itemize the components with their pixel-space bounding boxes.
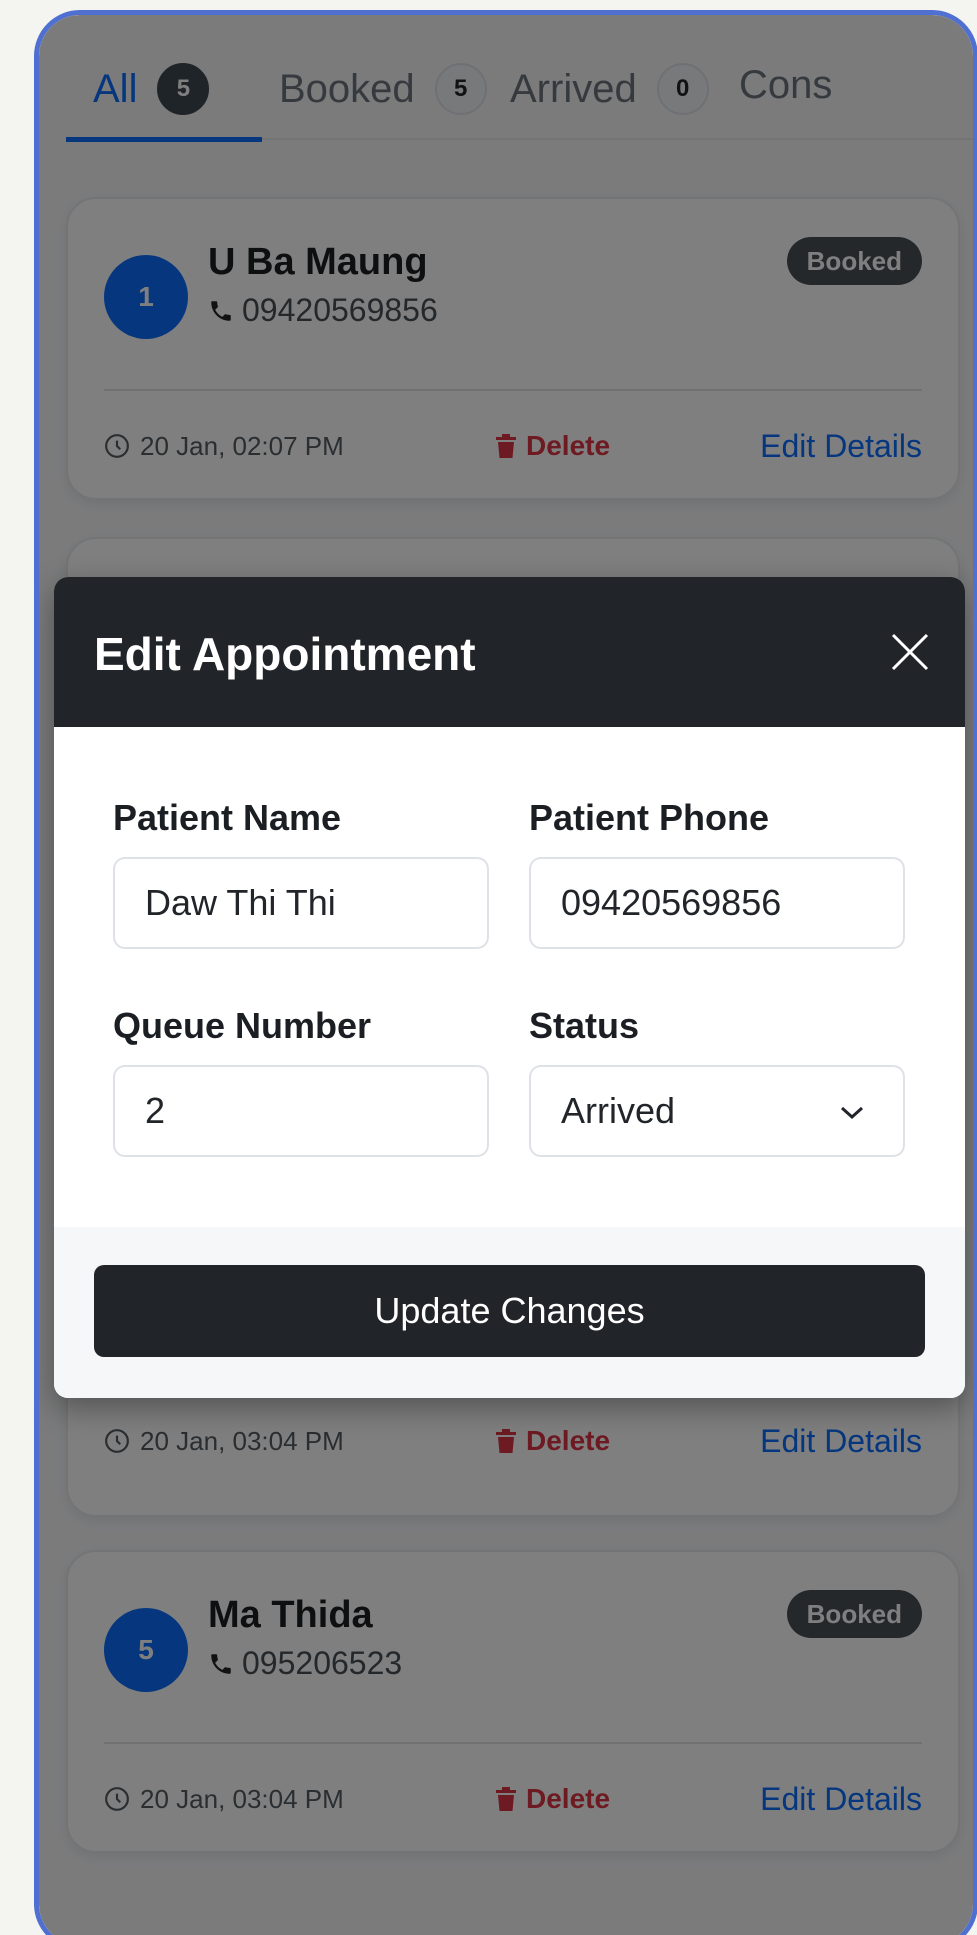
- status-select[interactable]: Arrived: [529, 1065, 905, 1157]
- appointments-screen: All 5 Booked 5 Arrived 0 Cons 1 U Ba Mau…: [39, 15, 973, 1935]
- modal-footer: Update Changes: [54, 1227, 965, 1398]
- modal-body: Patient Name Patient Phone Queue Number …: [54, 727, 965, 1227]
- modal-header: Edit Appointment: [54, 577, 965, 727]
- edit-appointment-modal: Edit Appointment Patient Name Patient Ph…: [54, 577, 965, 1398]
- patient-name-label: Patient Name: [113, 797, 342, 838]
- modal-title: Edit Appointment: [94, 628, 476, 680]
- status-label: Status: [529, 1005, 640, 1046]
- device-frame: All 5 Booked 5 Arrived 0 Cons 1 U Ba Mau…: [34, 10, 977, 1935]
- close-icon[interactable]: [885, 627, 935, 677]
- queue-number-input[interactable]: [113, 1065, 489, 1157]
- patient-name-input[interactable]: [113, 857, 489, 949]
- update-changes-button[interactable]: Update Changes: [94, 1265, 925, 1357]
- chevron-down-icon: [840, 1106, 864, 1120]
- queue-number-label: Queue Number: [113, 1005, 372, 1046]
- patient-phone-input[interactable]: [529, 857, 905, 949]
- status-select-value: Arrived: [561, 1090, 676, 1131]
- patient-phone-label: Patient Phone: [529, 797, 770, 838]
